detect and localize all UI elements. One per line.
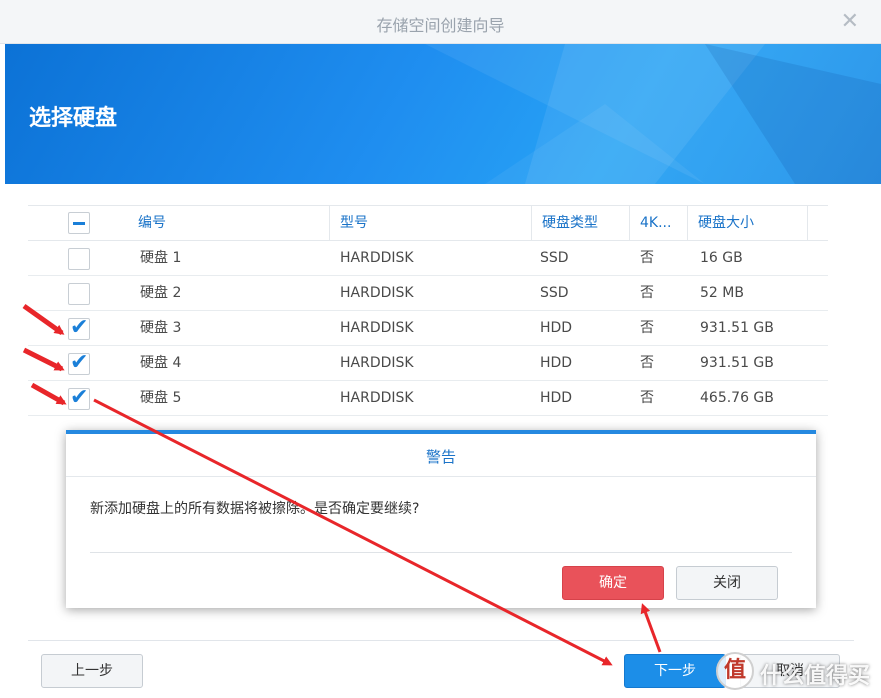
column-header-model[interactable]: 型号 (330, 206, 532, 241)
disk-size-cell: 16 GB (700, 250, 743, 266)
column-header-id[interactable]: 编号 (128, 206, 330, 241)
column-header-size[interactable]: 硬盘大小 (688, 206, 808, 241)
column-header-type[interactable]: 硬盘类型 (532, 206, 630, 241)
disk-4k-cell: 否 (640, 285, 654, 301)
disk-checkbox[interactable]: ✔ (68, 315, 90, 340)
disk-size-cell: 465.76 GB (700, 390, 774, 406)
dialog-divider-bottom (90, 552, 792, 553)
disk-size-cell: 931.51 GB (700, 320, 774, 336)
dialog-title: 警告 (425, 448, 456, 466)
close-button[interactable]: 关闭 (676, 566, 778, 600)
disk-type-cell: HDD (540, 320, 573, 336)
disk-size-cell: 931.51 GB (700, 355, 774, 371)
disk-model-cell: HARDDISK (340, 355, 414, 371)
close-icon[interactable]: ✕ (841, 9, 859, 34)
table-header: 编号 型号 硬盘类型 4K... 硬盘大小 (28, 205, 828, 241)
window-title: 存储空间创建向导 (376, 16, 505, 35)
watermark-text: 什么值得买 (760, 664, 871, 689)
disk-id-cell: 硬盘 1 (140, 250, 182, 266)
disk-checkbox[interactable] (68, 248, 90, 270)
dialog-message: 新添加硬盘上的所有数据将被擦除。是否确定要继续? (90, 501, 420, 517)
partial-check-icon (73, 222, 85, 225)
checkmark-icon: ✔ (70, 315, 89, 340)
header-banner: 选择硬盘 (5, 44, 881, 184)
previous-button[interactable]: 上一步 (41, 654, 143, 688)
table-body: 硬盘 1 HARDDISK SSD 否 16 GB 硬盘 2 HARDDISK SSD 否 52 … (28, 241, 828, 416)
disk-id-cell: 硬盘 3 (140, 320, 182, 336)
watermark: 值 什么值得买 (716, 652, 876, 692)
disk-table: 编号 型号 硬盘类型 4K... 硬盘大小 硬盘 1 HARDDISK SSD 否 16… (28, 205, 828, 416)
table-row[interactable]: ✔ 硬盘 5 HARDDISK HDD 否 465.76 GB (28, 381, 828, 416)
disk-checkbox[interactable]: ✔ (68, 350, 90, 375)
window-titlebar: 存储空间创建向导 ✕ (0, 0, 881, 44)
table-row[interactable]: ✔ 硬盘 4 HARDDISK HDD 否 931.51 GB (28, 346, 828, 381)
table-row[interactable]: ✔ 硬盘 3 HARDDISK HDD 否 931.51 GB (28, 311, 828, 346)
banner-decoration (425, 44, 881, 184)
disk-id-cell: 硬盘 4 (140, 355, 182, 371)
disk-model-cell: HARDDISK (340, 390, 414, 406)
dialog-divider (66, 476, 816, 477)
disk-id-cell: 硬盘 5 (140, 390, 182, 406)
table-row[interactable]: 硬盘 1 HARDDISK SSD 否 16 GB (28, 241, 828, 276)
checkmark-icon: ✔ (70, 385, 89, 410)
disk-type-cell: SSD (540, 285, 569, 301)
disk-model-cell: HARDDISK (340, 285, 414, 301)
disk-model-cell: HARDDISK (340, 320, 414, 336)
disk-4k-cell: 否 (640, 390, 654, 406)
disk-model-cell: HARDDISK (340, 250, 414, 266)
disk-4k-cell: 否 (640, 320, 654, 336)
disk-type-cell: HDD (540, 390, 573, 406)
disk-size-cell: 52 MB (700, 285, 744, 301)
disk-4k-cell: 否 (640, 250, 654, 266)
column-header-4k[interactable]: 4K... (630, 206, 688, 241)
disk-checkbox[interactable] (68, 283, 90, 305)
annotation-arrow-to-confirm (640, 603, 662, 653)
page-title: 选择硬盘 (29, 106, 118, 131)
disk-type-cell: SSD (540, 250, 569, 266)
disk-4k-cell: 否 (640, 355, 654, 371)
warning-dialog: 警告 新添加硬盘上的所有数据将被擦除。是否确定要继续? 确定 关闭 (66, 430, 816, 608)
watermark-logo-icon: 值 (716, 652, 754, 690)
disk-id-cell: 硬盘 2 (140, 285, 182, 301)
footer-divider (28, 640, 854, 641)
table-row[interactable]: 硬盘 2 HARDDISK SSD 否 52 MB (28, 276, 828, 311)
confirm-button[interactable]: 确定 (562, 566, 664, 600)
select-all-checkbox[interactable] (68, 212, 90, 234)
disk-checkbox[interactable]: ✔ (68, 385, 90, 410)
next-button[interactable]: 下一步 (624, 654, 726, 688)
checkmark-icon: ✔ (70, 350, 89, 375)
disk-type-cell: HDD (540, 355, 573, 371)
